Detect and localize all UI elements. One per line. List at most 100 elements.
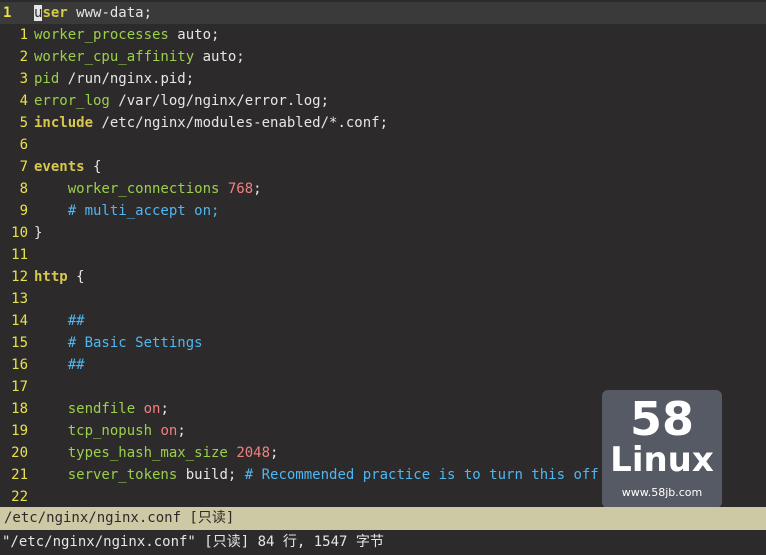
- watermark-name: Linux: [610, 440, 714, 480]
- code-line[interactable]: 11: [0, 244, 766, 266]
- code-line[interactable]: 4 error_log /var/log/nginx/error.log;: [0, 90, 766, 112]
- code-token: include: [34, 115, 94, 131]
- code-token: www-data;: [67, 5, 153, 21]
- code-token: ;: [270, 445, 279, 461]
- line-text: worker_cpu_affinity auto;: [34, 46, 245, 68]
- code-line[interactable]: 16 ##: [0, 354, 766, 376]
- code-token: sendfile: [67, 401, 136, 417]
- line-text: worker_connections 768;: [34, 178, 262, 200]
- line-number: 6: [19, 137, 28, 153]
- code-line[interactable]: 1 user www-data;: [0, 2, 766, 24]
- watermark-site: www.58jb.com: [621, 486, 703, 499]
- code-line[interactable]: 8 worker_connections 768;: [0, 178, 766, 200]
- line-text: types_hash_max_size 2048;: [34, 442, 279, 464]
- code-token: http: [34, 269, 68, 285]
- code-token: ##: [67, 313, 85, 329]
- line-text: ##: [34, 310, 85, 332]
- line-text: }: [34, 222, 42, 244]
- code-token: on: [160, 423, 178, 439]
- code-token: build;: [177, 467, 245, 483]
- code-token: ;: [177, 423, 186, 439]
- line-text: tcp_nopush on;: [34, 420, 186, 442]
- code-line[interactable]: 1 worker_processes auto;: [0, 24, 766, 46]
- code-token: /run/nginx.pid;: [59, 71, 195, 87]
- code-token: ;: [160, 401, 169, 417]
- line-text: sendfile on;: [34, 398, 169, 420]
- line-text: worker_processes auto;: [34, 24, 219, 46]
- line-number: 1: [19, 27, 28, 43]
- line-number: 1: [3, 5, 12, 21]
- line-number: 3: [19, 71, 28, 87]
- code-token: auto;: [194, 49, 245, 65]
- line-number: 22: [11, 489, 28, 505]
- line-number: 11: [11, 247, 28, 263]
- line-number: 18: [11, 401, 28, 417]
- line-number: 5: [19, 115, 28, 131]
- code-token: {: [84, 159, 102, 175]
- watermark-number: 58: [629, 392, 694, 446]
- code-token: server_tokens: [67, 467, 178, 483]
- code-token: # multi_accept on;: [67, 203, 220, 219]
- code-token: pid: [34, 71, 60, 87]
- line-number: 17: [11, 379, 28, 395]
- code-token: ;: [253, 181, 262, 197]
- code-token: }: [34, 225, 43, 241]
- line-text: events {: [34, 156, 101, 178]
- code-line[interactable]: 15 # Basic Settings: [0, 332, 766, 354]
- line-number: 21: [11, 467, 28, 483]
- line-text: ##: [34, 354, 85, 376]
- code-line[interactable]: 13: [0, 288, 766, 310]
- code-token: /var/log/nginx/error.log;: [109, 93, 330, 109]
- code-token: {: [67, 269, 85, 285]
- line-text: user www-data;: [34, 2, 152, 24]
- code-token: on: [143, 401, 161, 417]
- line-number: 14: [11, 313, 28, 329]
- code-line[interactable]: 12 http {: [0, 266, 766, 288]
- code-line[interactable]: 2 worker_cpu_affinity auto;: [0, 46, 766, 68]
- code-line[interactable]: 9 # multi_accept on;: [0, 200, 766, 222]
- line-number: 13: [11, 291, 28, 307]
- line-text: error_log /var/log/nginx/error.log;: [34, 90, 329, 112]
- code-token: /etc/nginx/modules-enabled/*.conf;: [93, 115, 389, 131]
- line-number: 7: [19, 159, 28, 175]
- code-token: ##: [67, 357, 85, 373]
- code-token: ser: [42, 5, 68, 21]
- line-number: 2: [19, 49, 28, 65]
- line-number: 19: [11, 423, 28, 439]
- line-text: http {: [34, 266, 85, 288]
- code-line[interactable]: 5 include /etc/nginx/modules-enabled/*.co…: [0, 112, 766, 134]
- command-line[interactable]: "/etc/nginx/nginx.conf" [只读] 84 行, 1547 …: [0, 530, 766, 555]
- code-token: tcp_nopush: [67, 423, 153, 439]
- line-number: 10: [11, 225, 28, 241]
- line-text: include /etc/nginx/modules-enabled/*.con…: [34, 112, 388, 134]
- line-text: # multi_accept on;: [34, 200, 220, 222]
- line-number: 4: [19, 93, 28, 109]
- code-token: events: [34, 159, 85, 175]
- line-number: 9: [19, 203, 28, 219]
- line-number: 20: [11, 445, 28, 461]
- code-token: worker_cpu_affinity: [34, 49, 195, 65]
- code-token: 2048: [236, 445, 271, 461]
- line-number: 12: [11, 269, 28, 285]
- code-token: worker_connections: [67, 181, 220, 197]
- code-line[interactable]: 10}: [0, 222, 766, 244]
- line-number: 8: [19, 181, 28, 197]
- code-line[interactable]: 7 events {: [0, 156, 766, 178]
- line-text: server_tokens build; # Recommended pract…: [34, 464, 599, 486]
- code-token: error_log: [34, 93, 110, 109]
- line-number: 15: [11, 335, 28, 351]
- code-line[interactable]: 14 ##: [0, 310, 766, 332]
- line-number: 16: [11, 357, 28, 373]
- code-line[interactable]: 3 pid /run/nginx.pid;: [0, 68, 766, 90]
- code-line[interactable]: 6: [0, 134, 766, 156]
